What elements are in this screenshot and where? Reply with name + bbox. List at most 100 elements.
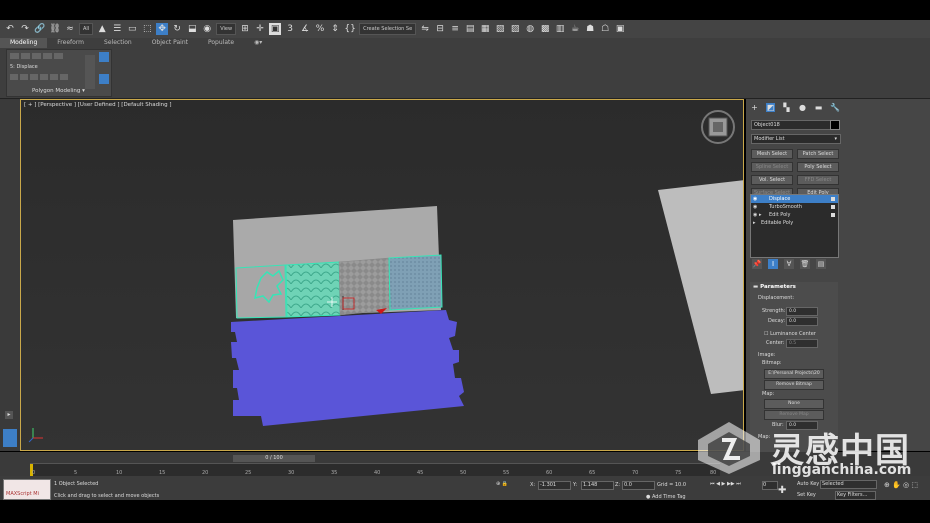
maxscript-listener[interactable]: MAXScript Mi bbox=[3, 479, 51, 500]
mirror-icon[interactable]: ⇋ bbox=[419, 23, 431, 35]
luminance-checkbox[interactable]: ☐ Luminance Center bbox=[764, 331, 816, 337]
link-icon[interactable]: 🔗 bbox=[34, 23, 46, 35]
snap-icon[interactable]: 3 bbox=[284, 23, 296, 35]
tool-icon[interactable] bbox=[50, 74, 58, 80]
move-icon[interactable]: ✥ bbox=[156, 23, 169, 35]
pin-stack-icon[interactable]: 📌 bbox=[752, 259, 762, 269]
tool-icon[interactable] bbox=[60, 74, 68, 80]
ribbon-options-icon[interactable]: ◉▾ bbox=[244, 38, 272, 48]
reference-coord-dropdown[interactable]: View bbox=[216, 23, 237, 35]
show-end-result-icon[interactable]: I bbox=[768, 259, 778, 269]
remove-map-button[interactable]: Remove Map bbox=[764, 410, 824, 420]
map-none-button[interactable]: None bbox=[764, 399, 824, 409]
patch-select-button[interactable]: Patch Select bbox=[797, 149, 839, 159]
scale-icon[interactable]: ⬓ bbox=[186, 23, 198, 35]
object-color-swatch[interactable] bbox=[830, 120, 840, 130]
bitmap-path-button[interactable]: E:\Personal Projects\20 bbox=[764, 369, 824, 379]
frame-field[interactable]: 0 bbox=[762, 481, 778, 490]
border-icon[interactable] bbox=[32, 53, 41, 59]
spinner-snap-icon[interactable]: ⇕ bbox=[329, 23, 341, 35]
perspective-viewport[interactable]: [ + ] [Perspective ] [User Defined ] [De… bbox=[20, 99, 744, 451]
z-coordinate-field[interactable]: 0.0 bbox=[622, 481, 655, 490]
modify-tab-icon[interactable]: ◩ bbox=[766, 103, 775, 112]
stack-item-checkbox[interactable] bbox=[831, 205, 835, 209]
stack-item-checkbox[interactable] bbox=[831, 213, 835, 217]
render-iterative-icon[interactable]: ☗ bbox=[584, 23, 596, 35]
key-filters-button[interactable]: Key Filters... bbox=[835, 491, 876, 500]
stack-item-edit-poly[interactable]: ◉ ▸ Edit Poly bbox=[751, 211, 838, 219]
stack-item-turbosmooth[interactable]: ◉ TurboSmooth bbox=[751, 203, 838, 211]
scene-explorer-icon[interactable]: ▤ bbox=[464, 23, 476, 35]
motion-tab-icon[interactable]: ● bbox=[798, 103, 807, 112]
stack-tool-icon[interactable] bbox=[99, 52, 109, 62]
selection-filter-dropdown[interactable]: All bbox=[79, 23, 94, 35]
ribbon-panel-label[interactable]: Polygon Modeling ▾ bbox=[32, 88, 85, 94]
rect-region-icon[interactable]: ▭ bbox=[126, 23, 138, 35]
y-coordinate-field[interactable]: 1.148 bbox=[581, 481, 614, 490]
scene-tool-icon[interactable] bbox=[3, 429, 17, 447]
stack-item-editable-poly[interactable]: ▸ Editable Poly bbox=[751, 219, 838, 227]
window-crossing-icon[interactable]: ⬚ bbox=[141, 23, 153, 35]
keyboard-shortcut-icon[interactable]: ▣ bbox=[269, 23, 282, 35]
edit-named-sets-icon[interactable]: {} bbox=[344, 23, 356, 35]
configure-sets-icon[interactable]: ▤ bbox=[816, 259, 826, 269]
tool-icon[interactable] bbox=[10, 74, 18, 80]
percent-snap-icon[interactable]: % bbox=[314, 23, 326, 35]
tool-icon[interactable] bbox=[20, 74, 28, 80]
tool-icon[interactable] bbox=[40, 74, 48, 80]
select-object-icon[interactable]: ▲ bbox=[96, 23, 108, 35]
set-key-button[interactable]: Set Key bbox=[797, 492, 816, 498]
auto-key-button[interactable]: Auto Key bbox=[797, 481, 819, 487]
eye-icon[interactable]: ◉ bbox=[753, 195, 757, 203]
select-by-name-icon[interactable]: ☰ bbox=[111, 23, 123, 35]
strength-input[interactable]: 0.0 bbox=[786, 307, 818, 316]
set-key-icon[interactable]: ✚ bbox=[778, 485, 788, 496]
unlink-icon[interactable]: ⛓ bbox=[49, 23, 61, 35]
schematic-view-icon[interactable]: ▨ bbox=[509, 23, 521, 35]
manipulate-icon[interactable]: ✛ bbox=[254, 23, 266, 35]
track-bar[interactable]: 0 5 10 15 20 25 30 35 40 45 50 55 60 65 … bbox=[30, 463, 720, 476]
material-editor-icon[interactable]: ◍ bbox=[524, 23, 536, 35]
tab-object-paint[interactable]: Object Paint bbox=[142, 38, 198, 48]
tab-selection[interactable]: Selection bbox=[94, 38, 142, 48]
expand-icon[interactable]: ▸ bbox=[753, 219, 756, 227]
redo-icon[interactable]: ↷ bbox=[19, 23, 31, 35]
selected-dropdown[interactable]: Selected bbox=[820, 480, 877, 489]
angle-snap-icon[interactable]: ∡ bbox=[299, 23, 311, 35]
expand-icon[interactable]: ▸ bbox=[5, 411, 13, 419]
vertex-icon[interactable] bbox=[10, 53, 19, 59]
render-icon[interactable]: ☕ bbox=[569, 23, 581, 35]
remove-bitmap-button[interactable]: Remove Bitmap bbox=[764, 380, 824, 390]
remove-modifier-icon[interactable]: 🗑 bbox=[800, 259, 810, 269]
named-selection-dropdown[interactable]: Create Selection Se bbox=[359, 23, 417, 35]
mesh-select-button[interactable]: Mesh Select bbox=[751, 149, 793, 159]
poly-select-button[interactable]: Poly Select bbox=[797, 162, 839, 172]
utilities-tab-icon[interactable]: 🔧 bbox=[830, 103, 840, 112]
ribbon-side-tools[interactable] bbox=[85, 55, 95, 89]
center-input[interactable]: 0.5 bbox=[786, 339, 818, 348]
pivot-icon[interactable]: ⊞ bbox=[239, 23, 251, 35]
create-tab-icon[interactable]: + bbox=[750, 103, 759, 112]
element-icon[interactable] bbox=[54, 53, 63, 59]
placement-icon[interactable]: ◉ bbox=[201, 23, 213, 35]
rendered-frame-icon[interactable]: ▥ bbox=[554, 23, 566, 35]
object-name-field[interactable]: Object018 bbox=[751, 120, 831, 130]
curve-editor-icon[interactable]: ▧ bbox=[494, 23, 506, 35]
tab-populate[interactable]: Populate bbox=[198, 38, 244, 48]
display-tab-icon[interactable]: ▬ bbox=[814, 103, 823, 112]
stack-item-checkbox[interactable] bbox=[831, 197, 835, 201]
bind-icon[interactable]: ≈ bbox=[64, 23, 76, 35]
tab-modeling[interactable]: Modeling bbox=[0, 38, 48, 48]
viewport-label[interactable]: [ + ] [Perspective ] [User Defined ] [De… bbox=[24, 102, 172, 108]
modifier-list-dropdown[interactable]: Modifier List ▾ bbox=[751, 134, 841, 144]
undo-icon[interactable]: ↶ bbox=[4, 23, 16, 35]
edge-icon[interactable] bbox=[21, 53, 30, 59]
ffd-select-button[interactable]: FFD Select bbox=[797, 175, 839, 185]
x-coordinate-field[interactable]: -1.301 bbox=[538, 481, 571, 490]
parameters-header[interactable]: ▬ Parameters bbox=[750, 282, 838, 290]
ribbon-toggle-icon[interactable]: ▣ bbox=[614, 23, 626, 35]
eye-icon[interactable]: ◉ ▸ bbox=[753, 211, 761, 219]
rotate-icon[interactable]: ↻ bbox=[171, 23, 183, 35]
decay-input[interactable]: 0.0 bbox=[786, 317, 818, 326]
align-icon[interactable]: ⊟ bbox=[434, 23, 446, 35]
